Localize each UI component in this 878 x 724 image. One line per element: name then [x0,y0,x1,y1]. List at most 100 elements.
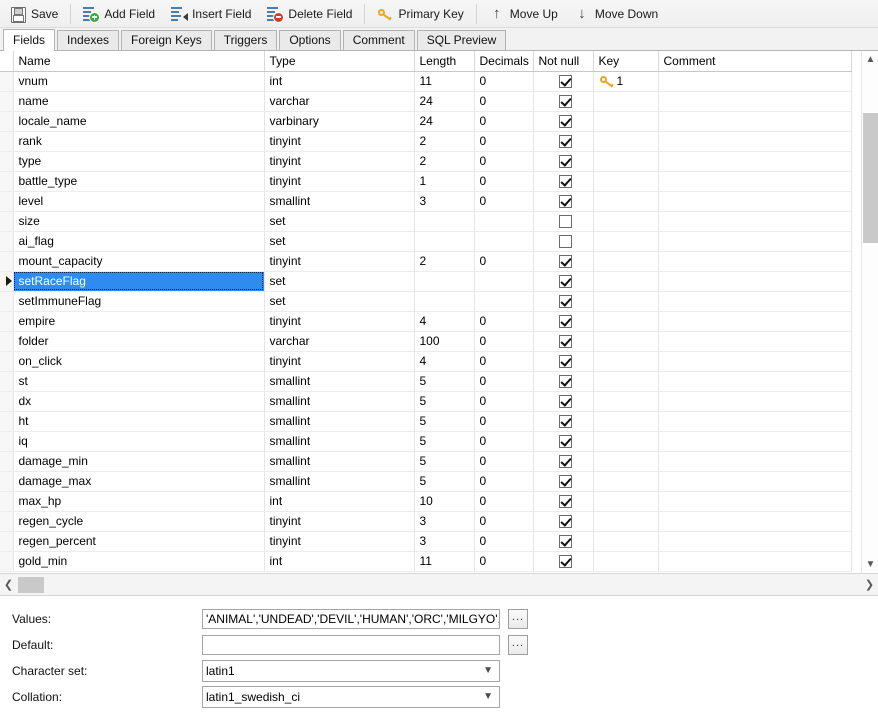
cell-comment[interactable] [658,351,852,372]
table-row[interactable]: level smallint 3 0 [0,191,852,212]
table-row[interactable]: max_hp int 10 0 [0,491,852,512]
column-header-name[interactable]: Name [13,51,265,72]
cell-type[interactable]: varbinary [264,111,415,132]
cell-decimals[interactable] [474,271,534,292]
cell-not-null[interactable] [533,71,594,92]
table-row[interactable]: gold_min int 11 0 [0,551,852,572]
cell-comment[interactable] [658,471,852,492]
cell-comment[interactable] [658,91,852,112]
cell-length[interactable]: 4 [414,351,475,372]
cell-not-null[interactable] [533,171,594,192]
not-null-checkbox[interactable] [559,314,572,328]
cell-type[interactable]: set [264,271,415,292]
cell-comment[interactable] [658,211,852,232]
delete-field-button[interactable]: Delete Field [259,1,360,27]
cell-length[interactable]: 2 [414,131,475,152]
table-row[interactable]: name varchar 24 0 [0,91,852,112]
cell-name[interactable]: battle_type [13,171,265,192]
cell-key[interactable] [593,211,659,232]
cell-key[interactable] [593,311,659,332]
cell-key[interactable] [593,231,659,252]
cell-key[interactable] [593,251,659,272]
cell-decimals[interactable]: 0 [474,491,534,512]
cell-decimals[interactable]: 0 [474,171,534,192]
add-field-button[interactable]: Add Field [75,1,163,27]
cell-name[interactable]: ai_flag [13,231,265,252]
cell-decimals[interactable]: 0 [474,191,534,212]
cell-key[interactable] [593,391,659,412]
cell-length[interactable]: 3 [414,511,475,532]
cell-type[interactable]: tinyint [264,531,415,552]
cell-not-null[interactable] [533,471,594,492]
table-row[interactable]: damage_max smallint 5 0 [0,471,852,492]
cell-length[interactable]: 5 [414,371,475,392]
cell-type[interactable]: smallint [264,431,415,452]
collation-select[interactable]: latin1_swedish_ci ▼ [202,686,500,708]
cell-name[interactable]: damage_min [13,451,265,472]
default-input[interactable] [202,635,500,655]
cell-length[interactable] [414,291,475,312]
table-row[interactable]: on_click tinyint 4 0 [0,351,852,372]
table-row[interactable]: mount_capacity tinyint 2 0 [0,251,852,272]
table-row[interactable]: battle_type tinyint 1 0 [0,171,852,192]
not-null-checkbox[interactable] [559,94,572,108]
cell-name[interactable]: level [13,191,265,212]
tab-indexes[interactable]: Indexes [57,30,120,50]
cell-length[interactable]: 4 [414,311,475,332]
table-row[interactable]: damage_min smallint 5 0 [0,451,852,472]
cell-not-null[interactable] [533,291,594,312]
cell-name[interactable]: regen_cycle [13,511,265,532]
cell-comment[interactable] [658,551,852,572]
cell-key[interactable] [593,271,659,292]
cell-length[interactable]: 2 [414,151,475,172]
cell-key[interactable] [593,511,659,532]
cell-decimals[interactable]: 0 [474,471,534,492]
cell-not-null[interactable] [533,231,594,252]
cell-name[interactable]: setImmuneFlag [13,291,265,312]
cell-not-null[interactable] [533,351,594,372]
table-row[interactable]: folder varchar 100 0 [0,331,852,352]
cell-decimals[interactable]: 0 [474,111,534,132]
cell-type[interactable]: int [264,491,415,512]
not-null-checkbox[interactable] [559,394,572,408]
cell-length[interactable]: 24 [414,91,475,112]
cell-comment[interactable] [658,231,852,252]
cell-comment[interactable] [658,431,852,452]
column-header-decimals[interactable]: Decimals [474,51,534,72]
cell-comment[interactable] [658,131,852,152]
cell-not-null[interactable] [533,411,594,432]
table-row[interactable]: ai_flag set [0,231,852,252]
cell-type[interactable]: tinyint [264,151,415,172]
cell-decimals[interactable] [474,211,534,232]
cell-not-null[interactable] [533,191,594,212]
table-row[interactable]: size set [0,211,852,232]
table-row[interactable]: empire tinyint 4 0 [0,311,852,332]
cell-not-null[interactable] [533,311,594,332]
cell-length[interactable]: 10 [414,491,475,512]
cell-key[interactable] [593,171,659,192]
not-null-checkbox[interactable] [559,274,572,288]
cell-name[interactable]: damage_max [13,471,265,492]
cell-key[interactable] [593,431,659,452]
cell-decimals[interactable]: 0 [474,371,534,392]
not-null-checkbox[interactable] [559,334,572,348]
cell-length[interactable]: 5 [414,391,475,412]
cell-name[interactable]: gold_min [13,551,265,572]
cell-type[interactable]: smallint [264,471,415,492]
cell-key[interactable] [593,531,659,552]
cell-name[interactable]: size [13,211,265,232]
cell-type[interactable]: set [264,231,415,252]
cell-type[interactable]: tinyint [264,511,415,532]
cell-name[interactable]: rank [13,131,265,152]
cell-length[interactable]: 5 [414,431,475,452]
cell-key[interactable] [593,91,659,112]
not-null-checkbox[interactable] [559,414,572,428]
not-null-checkbox[interactable] [559,454,572,468]
table-row[interactable]: type tinyint 2 0 [0,151,852,172]
column-header-comment[interactable]: Comment [658,51,852,72]
not-null-checkbox[interactable] [559,154,572,168]
save-button[interactable]: Save [2,1,66,27]
cell-not-null[interactable] [533,331,594,352]
table-row[interactable]: setRaceFlag set [0,271,852,292]
cell-comment[interactable] [658,391,852,412]
